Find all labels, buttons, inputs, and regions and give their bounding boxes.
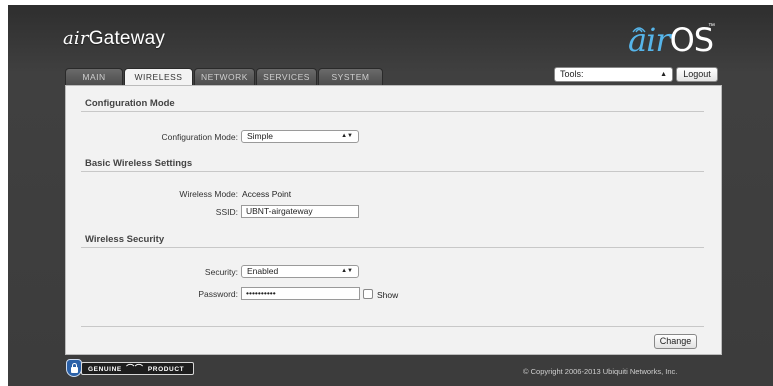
chevron-updown-icon: ▲▼	[341, 268, 353, 274]
password-input[interactable]: ••••••••••	[241, 287, 360, 300]
section-divider	[81, 171, 704, 172]
show-password-label: Show	[377, 290, 399, 300]
copyright-text: © Copyright 2006-2013 Ubiquiti Networks,…	[523, 367, 678, 376]
ssid-input[interactable]: UBNT-airgateway	[241, 205, 359, 218]
tools-dropdown[interactable]: Tools: ▲	[554, 67, 673, 82]
security-label: Security:	[204, 267, 238, 277]
wireless-mode-label: Wireless Mode:	[179, 189, 238, 199]
badge-left-text: GENUINE	[88, 366, 122, 373]
genuine-product-badge: GENUINE ⌒⌒ PRODUCT	[66, 359, 194, 377]
chevron-updown-icon: ▲	[660, 71, 667, 78]
logo-name: OS	[669, 21, 714, 59]
section-divider	[81, 326, 704, 327]
brand-prefix: air	[63, 28, 89, 49]
tab-wireless[interactable]: WIRELESS	[124, 68, 193, 86]
change-button[interactable]: Change	[654, 334, 697, 349]
lock-body	[71, 367, 78, 373]
section-divider	[81, 111, 704, 112]
configuration-mode-value: Simple	[247, 131, 273, 141]
tools-dropdown-value: Tools:	[560, 69, 584, 79]
lock-shield-icon	[66, 359, 82, 377]
airos-logo: airOS ™	[621, 20, 721, 60]
show-password-checkbox[interactable]	[363, 289, 373, 299]
configuration-mode-heading: Configuration Mode	[85, 98, 175, 109]
chevron-updown-icon: ▲▼	[341, 133, 353, 139]
security-select[interactable]: Enabled ▲▼	[241, 265, 359, 278]
security-value: Enabled	[247, 266, 279, 276]
badge-bar: GENUINE ⌒⌒ PRODUCT	[81, 362, 194, 375]
password-label: Password:	[198, 289, 238, 299]
logout-button[interactable]: Logout	[676, 67, 718, 82]
logo-prefix: air	[628, 21, 671, 59]
logo-text: airOS	[628, 20, 714, 60]
basic-wireless-heading: Basic Wireless Settings	[85, 158, 193, 169]
brand-name: Gateway	[88, 28, 166, 49]
tab-services[interactable]: SERVICES	[256, 68, 317, 85]
ssid-label: SSID:	[215, 207, 238, 217]
ubiquiti-wings-icon: ⌒⌒	[126, 364, 144, 373]
badge-right-text: PRODUCT	[147, 366, 185, 373]
brand-title: airGateway	[63, 28, 165, 50]
configuration-mode-label: Configuration Mode:	[161, 132, 238, 142]
logo-trademark: ™	[708, 23, 715, 30]
section-divider	[81, 247, 704, 248]
wireless-security-heading: Wireless Security	[85, 234, 165, 245]
wireless-mode-value: Access Point	[242, 189, 292, 199]
tab-system[interactable]: SYSTEM	[318, 68, 383, 85]
configuration-mode-select[interactable]: Simple ▲▼	[241, 130, 359, 143]
tab-network[interactable]: NETWORK	[194, 68, 255, 85]
settings-panel: Configuration Mode Configuration Mode: S…	[65, 85, 722, 355]
tab-main[interactable]: MAIN	[65, 68, 123, 85]
